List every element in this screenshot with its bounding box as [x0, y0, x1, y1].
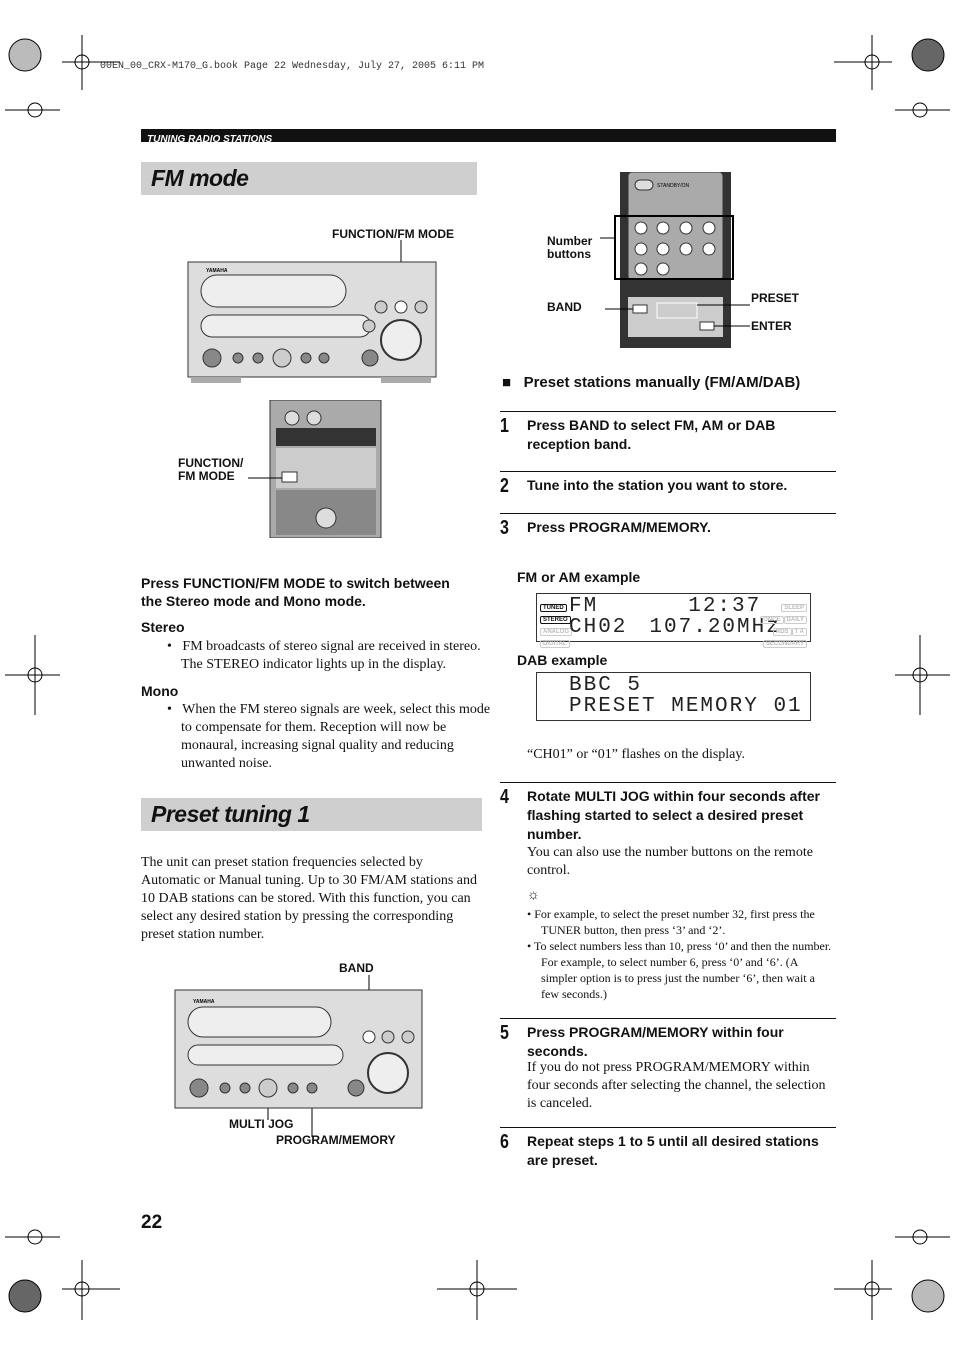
registration-marks [5, 35, 950, 1320]
manual-page: 00EN_00_CRX-M170_G.book Page 22 Wednesda… [0, 0, 954, 1351]
